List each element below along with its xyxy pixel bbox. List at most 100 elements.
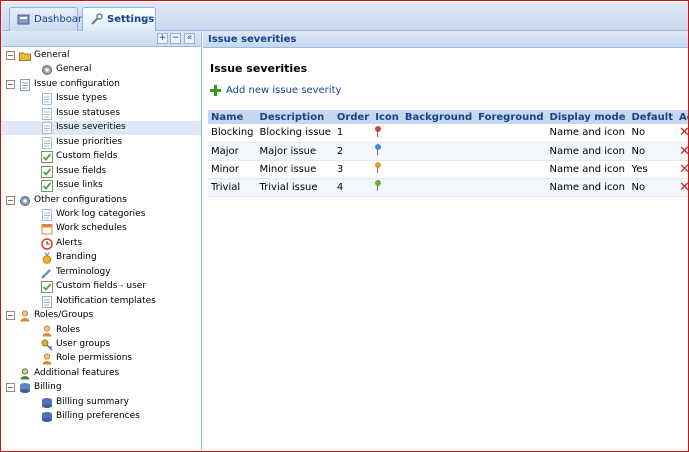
page-icon <box>41 107 53 120</box>
tree-item-issue-statuses[interactable]: Issue statuses <box>2 107 201 121</box>
tab-bar: Dashboard Settings × <box>2 2 688 31</box>
column-header-icon[interactable]: Icon <box>372 110 402 124</box>
severity-background-cell <box>401 124 476 143</box>
tree-item-alerts[interactable]: Alerts <box>2 237 201 251</box>
column-header-name[interactable]: Name <box>208 110 257 124</box>
severity-foreground-cell <box>475 178 547 197</box>
tree-item-label: Work log categories <box>56 208 146 219</box>
tree-item-issue-types[interactable]: Issue types <box>2 92 201 106</box>
page-icon <box>41 122 53 135</box>
severity-background-cell <box>401 160 476 179</box>
tree-item-billing-summary[interactable]: Billing summary <box>2 396 201 410</box>
delete-icon[interactable]: ✕ <box>679 180 688 195</box>
severity-actions-cell: ✕ <box>676 142 688 161</box>
tree-item-issue-fields[interactable]: Issue fields <box>2 165 201 179</box>
collapse-toggle-icon[interactable]: − <box>6 311 15 321</box>
medal-icon <box>41 252 53 265</box>
close-icon[interactable]: × <box>142 14 151 23</box>
list-icon <box>19 78 31 91</box>
tree-item-issue-links[interactable]: Issue links <box>2 179 201 193</box>
column-header-display-mode[interactable]: Display mode <box>546 110 629 124</box>
tree-item-issue-priorities[interactable]: Issue priorities <box>2 136 201 150</box>
user-icon <box>41 324 53 337</box>
collapse-toggle-icon[interactable]: − <box>6 383 15 393</box>
tab-dashboard[interactable]: Dashboard <box>9 7 88 31</box>
table-row[interactable]: Major Major issue 2 Name and icon No ✕ <box>208 142 688 161</box>
column-header-description[interactable]: Description <box>256 110 334 124</box>
severity-background-cell <box>401 178 476 197</box>
collapse-toggle-icon[interactable]: − <box>6 79 15 89</box>
expand-all-button[interactable]: + <box>157 33 168 44</box>
pushpin-icon <box>375 162 382 173</box>
delete-icon[interactable]: ✕ <box>679 125 688 140</box>
tree-item-custom-fields-user[interactable]: Custom fields - user <box>2 280 201 294</box>
user-lock-icon <box>41 353 53 365</box>
delete-icon[interactable]: ✕ <box>679 162 688 177</box>
gear-icon <box>41 64 53 76</box>
issue-severities-table: Name Description Order Icon Background Foregr… <box>208 110 688 197</box>
key-icon <box>41 339 53 351</box>
severity-description-cell: Minor issue <box>256 160 334 179</box>
page-icon <box>41 93 53 106</box>
checkbox-icon <box>41 151 53 164</box>
severity-foreground-cell <box>475 124 547 143</box>
collapse-all-button[interactable]: − <box>170 33 181 44</box>
tree-item-role-permissions[interactable]: Role permissions <box>2 352 201 366</box>
tree-item-work-schedules[interactable]: Work schedules <box>2 222 201 236</box>
tab-settings[interactable]: Settings × <box>82 7 156 31</box>
tree-item-billing-preferences[interactable]: Billing preferences <box>2 410 201 424</box>
delete-icon[interactable]: ✕ <box>679 144 688 159</box>
tree-item-notification-templates[interactable]: Notification templates <box>2 295 201 309</box>
pushpin-icon <box>375 125 382 137</box>
tree-item-billing[interactable]: − Billing <box>2 381 201 395</box>
tree-toolbar: + − « <box>2 31 201 47</box>
folder-icon <box>19 50 31 62</box>
tree-item-label: Alerts <box>56 237 83 248</box>
column-header-actions[interactable]: Actions <box>676 110 688 124</box>
severity-icon-cell <box>372 178 402 197</box>
severity-background-cell <box>401 142 476 161</box>
tree-item-work-log-categories[interactable]: Work log categories <box>2 208 201 222</box>
table-row[interactable]: Minor Minor issue 3 Name and icon Yes ✕ <box>208 160 688 179</box>
calendar-icon <box>41 223 53 235</box>
collapse-toggle-icon[interactable]: − <box>6 51 15 60</box>
tree-item-label: Terminology <box>56 266 111 277</box>
tree-item-roles-groups[interactable]: − Roles/Groups <box>2 309 201 323</box>
collapse-panel-button[interactable]: « <box>184 33 195 44</box>
severity-display-mode-cell: Name and icon <box>546 124 629 143</box>
tree-item-roles[interactable]: Roles <box>2 324 201 338</box>
tree-item-custom-fields[interactable]: Custom fields <box>2 150 201 164</box>
column-header-order[interactable]: Order <box>333 110 373 124</box>
tree-item-branding[interactable]: Branding <box>2 251 201 265</box>
tree-item-issue-configuration[interactable]: − Issue configuration <box>2 78 201 92</box>
severity-order-cell: 2 <box>333 142 373 161</box>
page-gear-icon <box>41 295 53 308</box>
severity-name-cell: Trivial <box>208 178 257 197</box>
tree-item-label: General <box>56 64 92 75</box>
severity-default-cell: No <box>628 124 676 143</box>
tree-item-general[interactable]: − General <box>2 49 201 63</box>
tree-item-additional-features[interactable]: Additional features <box>2 367 201 381</box>
table-header-row: Name Description Order Icon Background Foregr… <box>208 110 688 124</box>
severity-name-cell: Blocking <box>208 124 257 143</box>
add-link-label: Add new issue severity <box>226 85 342 96</box>
database-icon <box>19 382 31 394</box>
tree-item-label: Notification templates <box>56 295 156 306</box>
tree-item-terminology[interactable]: Terminology <box>2 266 201 280</box>
clock-icon <box>41 238 53 250</box>
tree-item-label: Issue severities <box>56 122 126 133</box>
severity-icon-cell <box>372 160 402 179</box>
tree-item-issue-severities[interactable]: Issue severities <box>2 121 201 136</box>
collapse-toggle-icon[interactable]: − <box>6 195 15 205</box>
table-row[interactable]: Trivial Trivial issue 4 Name and icon No ✕ <box>208 178 688 197</box>
tree-item-general[interactable]: General <box>2 63 201 77</box>
tree-item-other-configurations[interactable]: − Other configurations <box>2 194 201 208</box>
column-header-foreground[interactable]: Foreground <box>475 110 547 124</box>
table-row[interactable]: Blocking Blocking issue 1 Name and icon No ✕ <box>208 124 688 143</box>
column-header-default[interactable]: Default <box>628 110 676 124</box>
database-icon <box>41 397 53 409</box>
column-header-background[interactable]: Background <box>401 110 476 124</box>
tree-item-label: Issue statuses <box>56 107 121 118</box>
add-issue-severity-link[interactable]: Add new issue severity <box>210 85 341 96</box>
tree-item-user-groups[interactable]: User groups <box>2 338 201 352</box>
